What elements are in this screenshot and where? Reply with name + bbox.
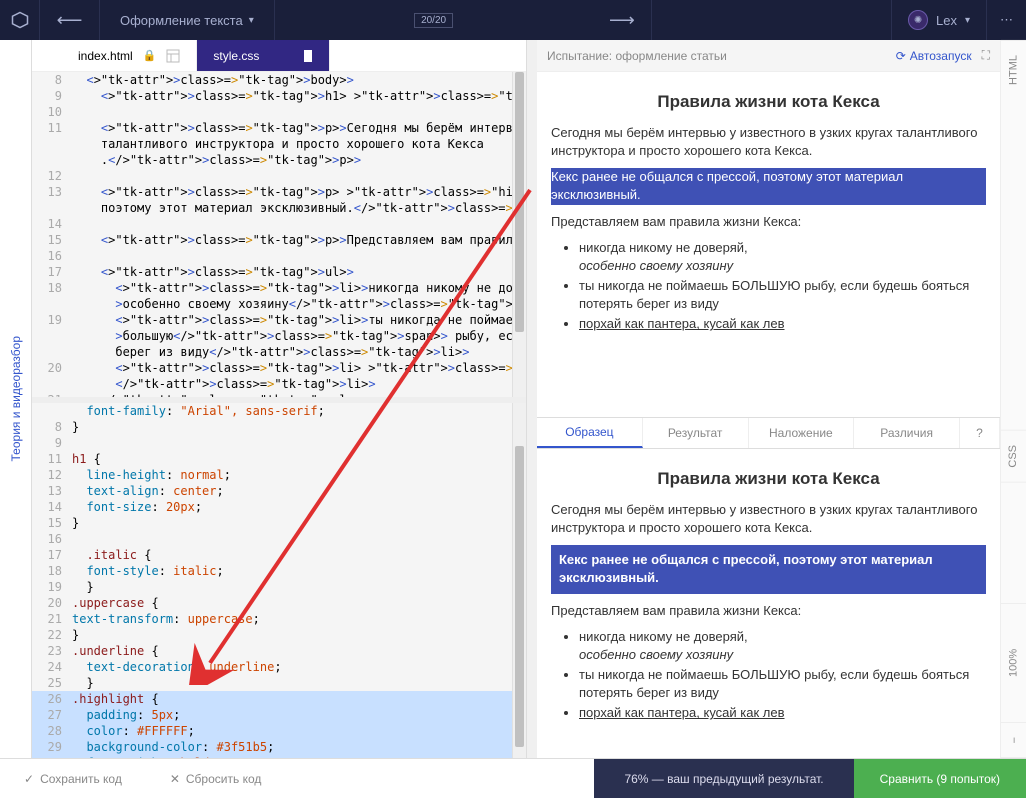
- vtab-css[interactable]: CSS: [1000, 430, 1026, 483]
- article-list: никогда никому не доверяй,особенно своем…: [551, 239, 986, 334]
- tab-style-css[interactable]: style.css: [197, 40, 330, 71]
- result-tabs: Образец Результат Наложение Различия ?: [537, 417, 1000, 449]
- article-title: Правила жизни кота Кекса: [551, 467, 986, 491]
- article-intro: Сегодня мы берём интервью у известного в…: [551, 501, 986, 537]
- chevron-down-icon: ▾: [965, 15, 970, 26]
- autorun-toggle[interactable]: ⟳ Автозапуск: [896, 49, 972, 63]
- list-item: порхай как пантера, кусай как лев: [579, 704, 986, 722]
- file-tabs: index.html 🔒 style.css: [32, 40, 526, 72]
- article-title: Правила жизни кота Кекса: [551, 90, 986, 114]
- tab-index-html[interactable]: index.html 🔒: [62, 40, 197, 71]
- article-highlight: Кекс ранее не общался с прессой, поэтому…: [551, 545, 986, 593]
- list-item: никогда никому не доверяй,особенно своем…: [579, 628, 986, 664]
- preview-panel: Испытание: оформление статьи ⟳ Автозапус…: [526, 40, 1026, 758]
- tab-diff[interactable]: Различия: [854, 418, 960, 448]
- article-lead: Представляем вам правила жизни Кекса:: [551, 213, 986, 231]
- lock-icon: 🔒: [143, 49, 157, 62]
- save-button[interactable]: ✓ Сохранить код: [0, 759, 146, 798]
- layout-icon: [166, 49, 180, 63]
- main: Теория и видеоразбор index.html 🔒 style.…: [0, 40, 1026, 758]
- avatar-icon: ✺: [908, 10, 928, 30]
- scrollbar[interactable]: [512, 403, 526, 758]
- more-button[interactable]: ⋯: [986, 0, 1026, 40]
- chevron-down-icon: ▾: [249, 15, 254, 26]
- css-code-block[interactable]: font-family: "Arial", sans-serif;8}911h1…: [32, 403, 526, 758]
- tab-help[interactable]: ?: [960, 418, 1000, 448]
- theory-sidebar[interactable]: Теория и видеоразбор: [0, 40, 32, 758]
- tab-sample[interactable]: Образец: [537, 418, 643, 448]
- list-item: порхай как пантера, кусай как лев: [579, 315, 986, 333]
- editor-panel: index.html 🔒 style.css 8 <>"tk-attr">>cl…: [32, 40, 526, 758]
- logo-icon[interactable]: [0, 0, 40, 40]
- expand-icon[interactable]: ⛶: [982, 48, 990, 63]
- lesson-title-text: Оформление текста: [120, 13, 243, 28]
- article-list: никогда никому не доверяй,особенно своем…: [551, 628, 986, 723]
- nav-prev-button[interactable]: ⟵: [40, 0, 100, 40]
- article-lead: Представляем вам правила жизни Кекса:: [551, 602, 986, 620]
- vtab-minus[interactable]: −: [1001, 723, 1026, 758]
- preview-header: Испытание: оформление статьи ⟳ Автозапус…: [537, 40, 1000, 72]
- vtab-html[interactable]: HTML: [1001, 40, 1026, 99]
- article-highlight: Кекс ранее не общался с прессой, поэтому…: [551, 168, 986, 204]
- lesson-title[interactable]: Оформление текста ▾: [100, 0, 275, 40]
- preview-title: Испытание: оформление статьи: [547, 49, 727, 63]
- list-item: ты никогда не поймаешь БОЛЬШУЮ рыбу, есл…: [579, 666, 986, 702]
- progress-counter: 20/20: [414, 13, 453, 28]
- topbar: ⟵ Оформление текста ▾ 20/20 ⟶ ✺ Lex ▾ ⋯: [0, 0, 1026, 40]
- theory-label: Теория и видеоразбор: [9, 326, 23, 471]
- footer: ✓ Сохранить код ✕ Сбросить код 76% — ваш…: [0, 758, 1026, 798]
- panel-divider-v[interactable]: [527, 40, 537, 758]
- user-name: Lex: [936, 13, 957, 28]
- close-icon: ✕: [170, 772, 180, 786]
- article-intro: Сегодня мы берём интервью у известного в…: [551, 124, 986, 160]
- right-mini-tabs: HTML 100% − CSS: [1000, 40, 1026, 758]
- list-item: ты никогда не поймаешь БОЛЬШУЮ рыбу, есл…: [579, 277, 986, 313]
- layout-icon: [299, 49, 313, 63]
- score-label: 76% — ваш предыдущий результат.: [594, 759, 853, 798]
- live-preview: Правила жизни кота Кекса Сегодня мы берё…: [537, 72, 1000, 417]
- sample-preview: Правила жизни кота Кекса Сегодня мы берё…: [537, 449, 1000, 758]
- html-code-block[interactable]: 8 <>"tk-attr">>class>=>"tk-tag">>body>>9…: [32, 72, 526, 397]
- tab-result[interactable]: Результат: [643, 418, 749, 448]
- nav-next-button[interactable]: ⟶: [592, 0, 652, 40]
- tab-overlay[interactable]: Наложение: [749, 418, 855, 448]
- user-menu[interactable]: ✺ Lex ▾: [891, 0, 986, 40]
- check-icon: ✓: [24, 772, 34, 786]
- reset-button[interactable]: ✕ Сбросить код: [146, 759, 286, 798]
- list-item: никогда никому не доверяй,особенно своем…: [579, 239, 986, 275]
- scrollbar[interactable]: [512, 72, 526, 397]
- vtab-pct[interactable]: 100%: [1001, 603, 1026, 723]
- code-area: 8 <>"tk-attr">>class>=>"tk-tag">>body>>9…: [32, 72, 526, 758]
- refresh-icon: ⟳: [896, 49, 906, 63]
- tab-label: style.css: [213, 49, 259, 63]
- compare-button[interactable]: Сравнить (9 попыток): [854, 759, 1026, 798]
- tab-label: index.html: [78, 49, 133, 63]
